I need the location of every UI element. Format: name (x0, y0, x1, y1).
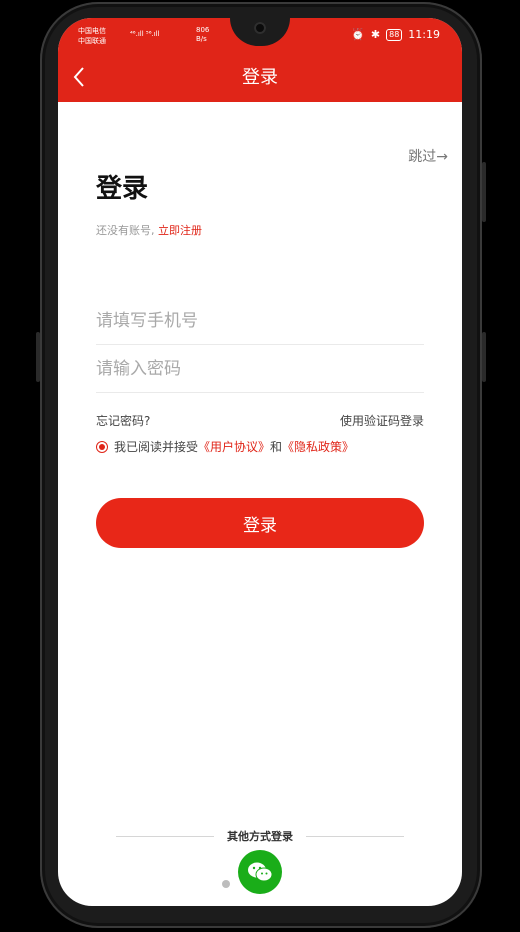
speed-value: 806 (196, 26, 210, 34)
and-text: 和 (270, 440, 283, 454)
forgot-password-link[interactable]: 忘记密码? (96, 414, 150, 428)
agree-radio[interactable] (96, 440, 108, 453)
register-prompt: 还没有账号, 立即注册 (96, 222, 202, 238)
top-bar: 中国电信 中国联通 ⁴⁶.ıll ⁵⁶.ıll 806 B/s ⏰ ✱ 88 1… (58, 18, 462, 102)
skip-link[interactable]: 跳过→ (408, 146, 448, 166)
front-camera (254, 22, 266, 34)
network-speed: 806 B/s (196, 26, 209, 44)
carrier-2: 中国联通 (78, 37, 106, 45)
radio-dot (99, 443, 105, 450)
status-left: 中国电信 中国联通 ⁴⁶.ıll ⁵⁶.ıll 806 B/s (78, 26, 209, 46)
wechat-login-button[interactable] (238, 850, 282, 894)
phone-input[interactable] (96, 298, 424, 345)
bluetooth-icon: ✱ (370, 28, 381, 41)
battery-indicator: 88 (386, 28, 403, 41)
agree-text: 我已阅读并接受 (114, 440, 199, 454)
speed-unit: B/s (196, 35, 207, 43)
carrier-1: 中国电信 (78, 27, 106, 35)
power-button (482, 332, 486, 382)
other-login-divider: 其他方式登录 (116, 828, 404, 844)
register-link[interactable]: 立即注册 (158, 224, 202, 237)
agreement-row: 我已阅读并接受 《用户协议》 和 《隐私政策》 (96, 438, 354, 455)
page-title: 登录 (96, 174, 149, 204)
divider-right (306, 836, 404, 837)
login-button[interactable]: 登录 (96, 498, 424, 548)
form-links: 忘记密码? 使用验证码登录 (96, 412, 424, 429)
nav-title: 登录 (242, 67, 278, 88)
no-account-text: 还没有账号, (96, 224, 155, 237)
side-button (36, 332, 40, 382)
password-input[interactable] (96, 346, 424, 393)
volume-button (482, 162, 486, 222)
privacy-policy-link[interactable]: 《隐私政策》 (282, 438, 354, 455)
clock: 11:19 (408, 28, 440, 41)
user-agreement-link[interactable]: 《用户协议》 (198, 438, 270, 455)
wechat-icon (248, 862, 273, 882)
status-right: ⏰ ✱ 88 11:19 (351, 28, 440, 41)
page-dot (222, 880, 230, 888)
alarm-icon: ⏰ (351, 28, 365, 41)
sms-login-link[interactable]: 使用验证码登录 (340, 412, 424, 429)
app-screen: 中国电信 中国联通 ⁴⁶.ıll ⁵⁶.ıll 806 B/s ⏰ ✱ 88 1… (58, 18, 462, 906)
